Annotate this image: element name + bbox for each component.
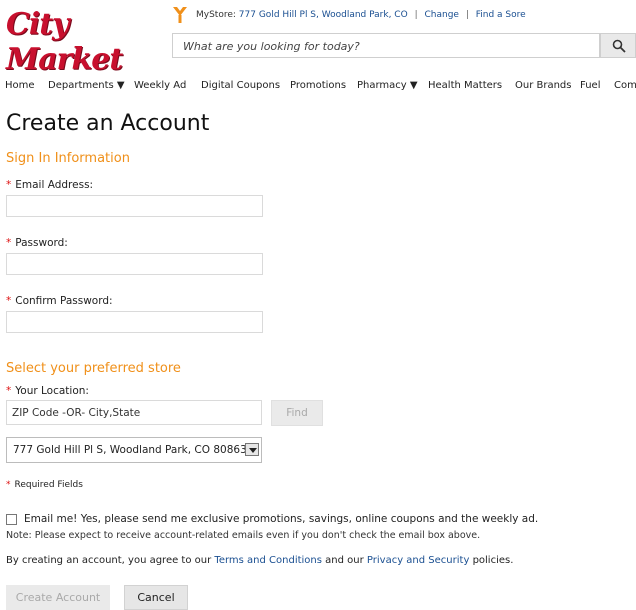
password-label: * Password:	[6, 237, 68, 249]
email-optin-checkbox[interactable]	[6, 514, 17, 525]
confirm-password-label-text: Confirm Password:	[15, 295, 113, 307]
search-placeholder: What are you looking for today?	[183, 40, 360, 53]
nav-item-departments[interactable]: Departments ▼	[48, 80, 125, 91]
nav-item-promotions[interactable]: Promotions	[290, 80, 346, 91]
confirm-password-field[interactable]	[6, 311, 263, 333]
nav-item-home[interactable]: Home	[5, 80, 35, 91]
email-note: Note: Please expect to receive account-r…	[6, 530, 481, 541]
search-icon	[612, 39, 626, 53]
nav-item-weekly-ad[interactable]: Weekly Ad	[134, 80, 186, 91]
find-store-link[interactable]: Find a Sore	[476, 10, 526, 20]
nav-item-pharmacy[interactable]: Pharmacy ▼	[357, 80, 418, 91]
location-label-text: Your Location:	[15, 385, 89, 397]
nav-item-health-matters[interactable]: Health Matters	[428, 80, 502, 91]
find-button[interactable]: Find	[271, 400, 323, 426]
search-button[interactable]	[600, 33, 636, 58]
required-marker: *	[6, 237, 12, 249]
change-store-link[interactable]: Change	[424, 10, 458, 20]
confirm-password-label: * Confirm Password:	[6, 295, 113, 307]
page-title: Create an Account	[6, 111, 210, 136]
required-fields-note: * Required Fields	[6, 480, 83, 490]
signin-heading: Sign In Information	[6, 151, 130, 166]
nav-item-our-brands[interactable]: Our Brands	[515, 80, 572, 91]
divider: |	[465, 10, 469, 20]
terms-text: By creating an account, you agree to our…	[6, 555, 513, 566]
password-field[interactable]	[6, 253, 263, 275]
required-marker: *	[6, 480, 11, 490]
store-select[interactable]: 777 Gold Hill Pl S, Woodland Park, CO 80…	[6, 437, 262, 463]
city-market-logo[interactable]: City Market	[6, 5, 164, 77]
logo-text: City Market	[6, 7, 123, 77]
email-field[interactable]	[6, 195, 263, 217]
email-optin-label[interactable]: Email me! Yes, please send me exclusive …	[24, 513, 538, 525]
location-input[interactable]: ZIP Code -OR- City,State	[6, 400, 262, 425]
chevron-down-icon[interactable]	[245, 443, 259, 456]
mystore-bar: MyStore: 777 Gold Hill Pl S, Woodland Pa…	[196, 10, 526, 20]
required-marker: *	[6, 295, 12, 307]
create-account-button[interactable]: Create Account	[6, 585, 110, 610]
nav-item-fuel[interactable]: Fuel	[580, 80, 600, 91]
email-label-text: Email Address:	[15, 179, 94, 191]
divider: |	[414, 10, 418, 20]
store-location-icon	[173, 7, 187, 23]
store-heading: Select your preferred store	[6, 361, 181, 376]
privacy-link[interactable]: Privacy and Security	[367, 555, 469, 566]
required-marker: *	[6, 179, 12, 191]
terms-link[interactable]: Terms and Conditions	[214, 555, 322, 566]
mystore-label: MyStore:	[196, 10, 236, 20]
main-nav: Home Departments ▼ Weekly Ad Digital Cou…	[0, 80, 636, 96]
terms-prefix: By creating an account, you agree to our	[6, 555, 212, 566]
terms-mid: and our	[325, 555, 364, 566]
mystore-address[interactable]: 777 Gold Hill Pl S, Woodland Park, CO	[239, 10, 408, 20]
required-fields-text: Required Fields	[14, 480, 83, 490]
email-label: * Email Address:	[6, 179, 93, 191]
terms-suffix: policies.	[472, 555, 514, 566]
nav-item-digital-coupons[interactable]: Digital Coupons	[201, 80, 280, 91]
cancel-button[interactable]: Cancel	[124, 585, 188, 610]
required-marker: *	[6, 385, 12, 397]
location-label: * Your Location:	[6, 385, 89, 397]
password-label-text: Password:	[15, 237, 68, 249]
nav-item-more[interactable]: Com	[614, 80, 636, 91]
search-input[interactable]: What are you looking for today?	[172, 33, 600, 58]
